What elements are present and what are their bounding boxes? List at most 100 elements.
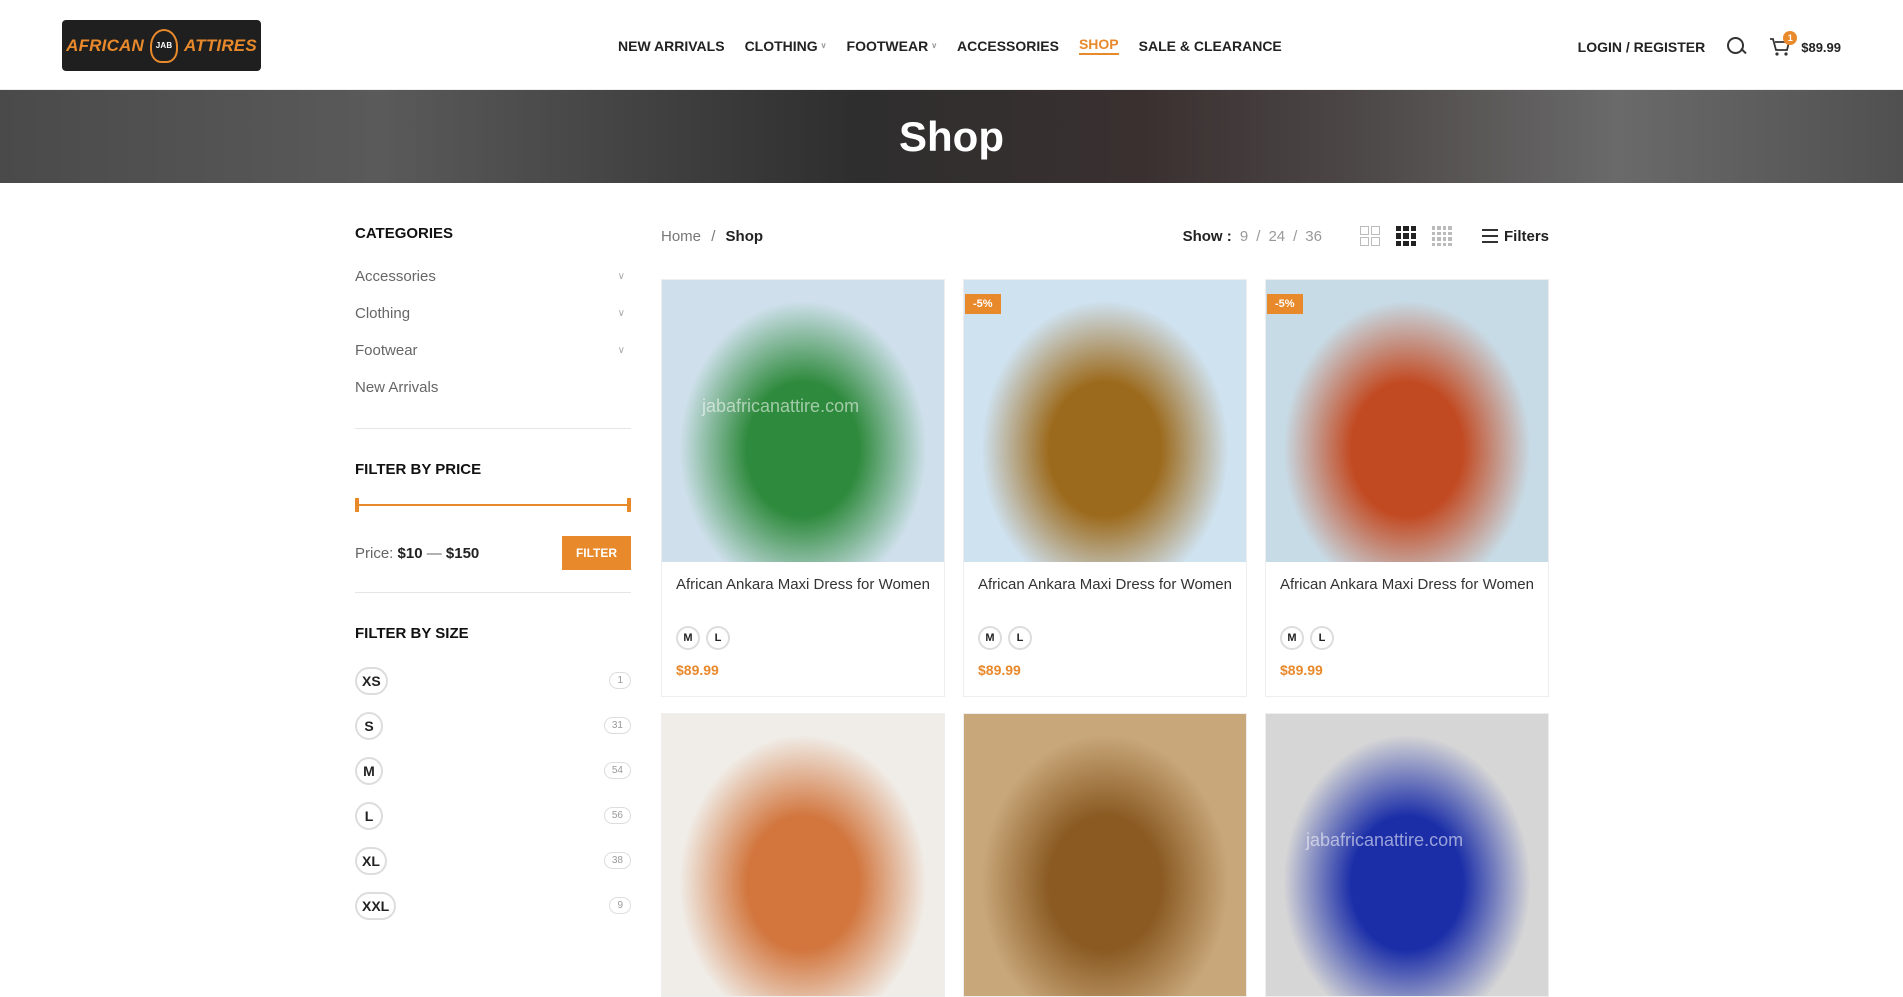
size-count: 1 <box>609 672 631 689</box>
size-filter-item[interactable]: XS 1 <box>355 658 631 703</box>
grid-3-columns-icon[interactable] <box>1395 226 1416 246</box>
product-info: African Ankara Maxi Dress for Women M L $89… <box>964 562 1246 696</box>
product-price: $89.99 <box>1280 662 1323 678</box>
size-swatch[interactable]: L <box>1008 626 1032 650</box>
category-label: Footwear <box>355 342 418 359</box>
show-separator: / <box>1293 227 1298 245</box>
product-price: $89.99 <box>978 662 1021 678</box>
main-nav: NEW ARRIVALS CLOTHING ∨ FOOTWEAR ∨ ACCESSORIE… <box>618 36 1302 55</box>
logo-text-left: AFRICAN <box>66 35 145 55</box>
size-filter-item[interactable]: XXL 9 <box>355 883 631 928</box>
price-slider-max-handle[interactable] <box>627 498 631 512</box>
sale-badge: -5% <box>1267 294 1303 314</box>
nav-item-label: SALE & CLEARANCE <box>1138 37 1282 54</box>
price-range-text: Price: $10 — $150 <box>355 545 479 562</box>
logo-crest-text: JAB <box>155 41 173 50</box>
category-label: Clothing <box>355 305 411 322</box>
grid-2-columns-icon[interactable] <box>1359 226 1380 246</box>
product-card[interactable]: -5% African Ankara Maxi Dress for Women M L… <box>1265 279 1549 697</box>
nav-item-new-arrivals[interactable]: NEW ARRIVALS <box>618 36 725 55</box>
size-swatch[interactable]: M <box>676 626 700 650</box>
categories-title: CATEGORIES <box>355 225 454 242</box>
category-item[interactable]: Clothing ∨ <box>355 295 631 332</box>
category-label: Accessories <box>355 268 436 285</box>
category-list: Accessories ∨ Clothing ∨ Footwear ∨ New Arriva… <box>355 258 631 406</box>
site-logo[interactable]: AFRICAN JAB ATTIRES <box>62 20 261 71</box>
show-option-36[interactable]: 36 <box>1305 228 1322 245</box>
grid-4-columns-icon[interactable] <box>1431 226 1452 246</box>
category-item[interactable]: New Arrivals <box>355 369 631 406</box>
size-swatches: ML <box>978 626 1232 650</box>
product-image[interactable]: jabafricanattire.com <box>662 280 944 562</box>
search-icon[interactable] <box>1725 36 1747 58</box>
size-filter-title: FILTER BY SIZE <box>355 625 469 642</box>
size-filter-item[interactable]: S 31 <box>355 703 631 748</box>
price-slider-min-handle[interactable] <box>355 498 359 512</box>
size-chip: XL <box>355 846 387 875</box>
shop-sidebar: CATEGORIES Accessories ∨ Clothing ∨ Footwear… <box>355 225 631 928</box>
chevron-down-icon: ∨ <box>931 41 938 50</box>
product-area: Home / Shop Show : 9 / 24 / 36 Filters jabaf… <box>661 225 1549 997</box>
product-price: $89.99 <box>676 662 719 678</box>
product-image[interactable] <box>964 714 1246 996</box>
price-row: Price: $10 — $150 FILTER <box>355 536 631 570</box>
product-card[interactable] <box>661 713 945 997</box>
product-image[interactable]: -5% <box>1266 280 1548 562</box>
product-image[interactable]: jabafricanattire.com <box>1266 714 1548 996</box>
product-card[interactable]: -5% African Ankara Maxi Dress for Women M L… <box>963 279 1247 697</box>
cart-button[interactable]: 1 $89.99 <box>1769 31 1841 57</box>
chevron-down-icon[interactable]: ∨ <box>618 308 625 319</box>
site-header: AFRICAN JAB ATTIRES NEW ARRIVALS CLOTHING… <box>0 0 1903 90</box>
product-name[interactable]: African Ankara Maxi Dress for Women <box>676 574 930 616</box>
category-item[interactable]: Footwear ∨ <box>355 332 631 369</box>
logo-crest-icon: JAB <box>150 28 179 63</box>
nav-item-footwear[interactable]: FOOTWEAR ∨ <box>847 36 938 55</box>
product-card[interactable] <box>963 713 1247 997</box>
page-banner: Shop <box>0 90 1903 183</box>
product-image[interactable] <box>662 714 944 996</box>
filters-toggle[interactable]: Filters <box>1481 227 1549 245</box>
nav-item-clothing[interactable]: CLOTHING ∨ <box>745 36 827 55</box>
price-slider-track <box>355 504 631 506</box>
size-filter-item[interactable]: L 56 <box>355 793 631 838</box>
chevron-down-icon: ∨ <box>820 41 827 50</box>
size-chip: XS <box>355 666 388 695</box>
nav-item-accessories[interactable]: ACCESSORIES <box>957 36 1059 55</box>
breadcrumb-home[interactable]: Home <box>661 228 701 245</box>
category-item[interactable]: Accessories ∨ <box>355 258 631 295</box>
show-option-9[interactable]: 9 <box>1240 228 1248 245</box>
cart-count-badge: 1 <box>1783 31 1798 45</box>
size-swatch[interactable]: L <box>706 626 730 650</box>
chevron-down-icon[interactable]: ∨ <box>618 271 625 282</box>
size-filter-item[interactable]: M 54 <box>355 748 631 793</box>
nav-item-sale-clearance[interactable]: SALE & CLEARANCE <box>1139 36 1282 55</box>
size-swatch[interactable]: M <box>978 626 1002 650</box>
cart-total: $89.99 <box>1801 39 1841 55</box>
breadcrumb-separator: / <box>711 227 716 245</box>
price-filter-button[interactable]: FILTER <box>562 536 631 570</box>
size-swatch[interactable]: M <box>1280 626 1304 650</box>
divider <box>355 592 631 593</box>
price-max: $150 <box>445 544 480 562</box>
size-swatch[interactable]: L <box>1310 626 1334 650</box>
product-name[interactable]: African Ankara Maxi Dress for Women <box>1280 574 1534 616</box>
nav-item-shop[interactable]: SHOP <box>1078 36 1119 55</box>
view-tools: Show : 9 / 24 / 36 Filters <box>1183 226 1549 246</box>
product-card[interactable]: jabafricanattire.com African Ankara Maxi … <box>661 279 945 697</box>
size-filter-item[interactable]: XL 38 <box>355 838 631 883</box>
size-count: 31 <box>603 717 631 734</box>
size-chip: L <box>355 801 383 830</box>
product-card[interactable]: jabafricanattire.com <box>1265 713 1549 997</box>
logo-text-right: ATTIRES <box>184 35 257 55</box>
login-register-link[interactable]: LOGIN / REGISTER <box>1578 39 1706 55</box>
chevron-down-icon[interactable]: ∨ <box>618 345 625 356</box>
filters-label: Filters <box>1503 227 1549 245</box>
price-slider[interactable] <box>355 498 631 512</box>
header-actions: LOGIN / REGISTER 1 $89.99 <box>1578 31 1841 58</box>
show-option-24[interactable]: 24 <box>1268 228 1285 245</box>
size-count: 38 <box>603 852 631 869</box>
product-image[interactable]: -5% <box>964 280 1246 562</box>
product-name[interactable]: African Ankara Maxi Dress for Women <box>978 574 1232 616</box>
price-min: $10 <box>397 544 423 562</box>
nav-item-label: FOOTWEAR <box>846 37 929 54</box>
